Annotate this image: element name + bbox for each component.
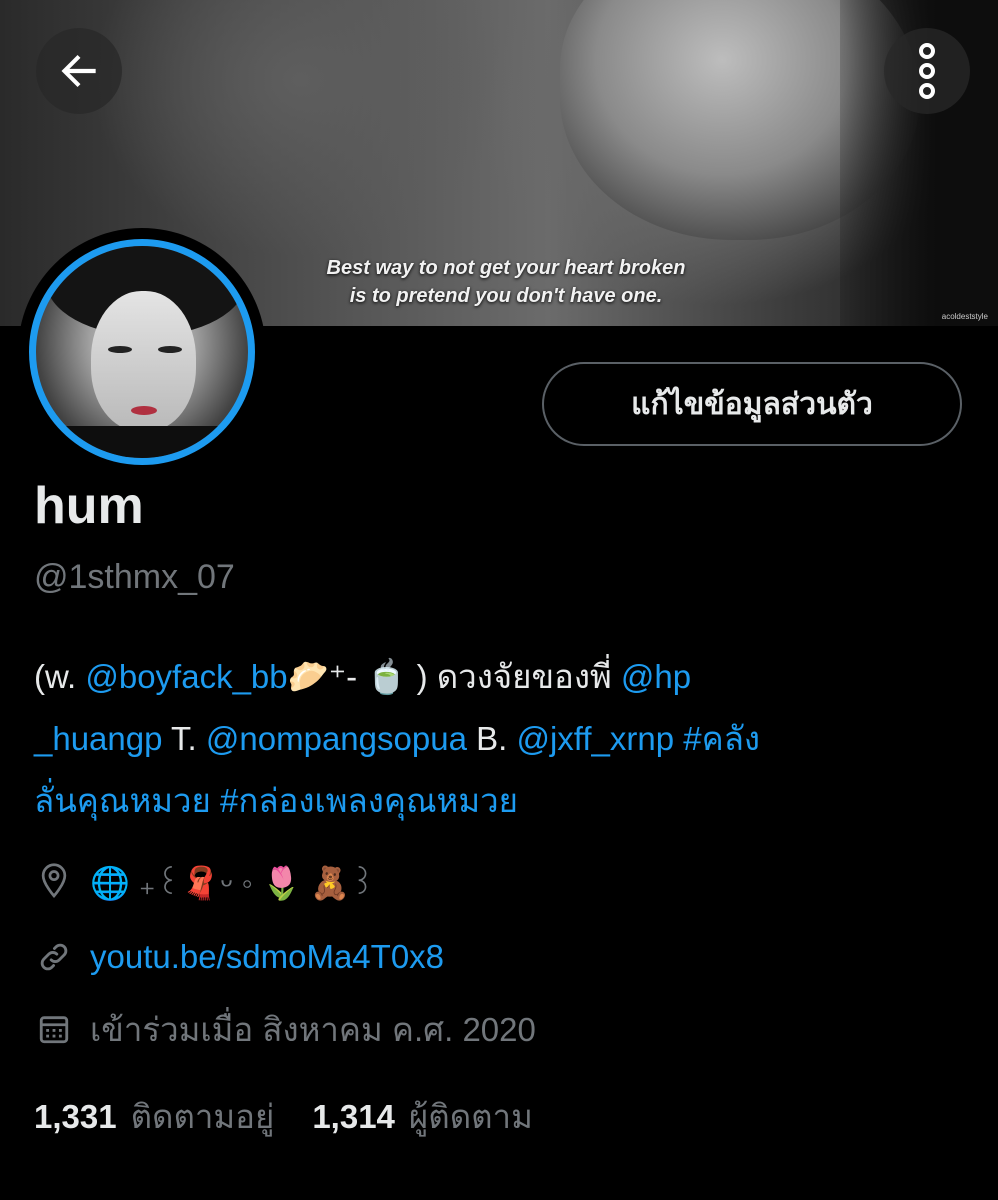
website-link[interactable]: youtu.be/sdmoMa4T0x8 [90,938,444,976]
hashtag-link[interactable]: #กล่องเพลงคุณหมวย [220,782,518,819]
banner-watermark: acoldeststyle [941,312,988,321]
bio-emoji: 🍵 [366,658,408,695]
avatar-shirt [36,426,248,458]
following-label[interactable]: ติดตามอยู่ [131,1090,275,1143]
more-options-button[interactable] [884,28,970,114]
hashtag-link[interactable]: ลั่นคุณหมวย [34,782,211,819]
avatar-eye-left [108,346,132,353]
mention-link[interactable]: _huangp [34,720,162,757]
location-pin-icon [34,861,74,901]
website-row[interactable]: youtu.be/sdmoMa4T0x8 [34,932,444,982]
hashtag-link[interactable]: #คลัง [683,720,760,757]
mention-link[interactable]: @jxff_xrnp [516,720,674,757]
avatar-lips [131,406,157,415]
mention-link[interactable]: @hp [621,658,691,695]
link-icon [34,937,74,977]
avatar[interactable] [29,239,255,465]
bio-line-1: (w. @boyfack_bb🥟⁺- 🍵 ) ดวงจัยของพี่ @hp [34,646,974,708]
edit-profile-button[interactable]: แก้ไขข้อมูลส่วนตัว [542,362,962,446]
location-row: 🌐 ₊꒰🧣ᵕ ◦ 🌷 🧸꒱ [34,856,375,906]
mention-link[interactable]: @nompangsopua [206,720,467,757]
followers-count[interactable]: 1,314 [312,1098,395,1136]
bio-text: (w. [34,658,86,695]
bio-line-3: ลั่นคุณหมวย #กล่องเพลงคุณหมวย [34,770,974,832]
followers-label[interactable]: ผู้ติดตาม [409,1090,533,1143]
bio-text: ⁺- [328,658,367,695]
bio: (w. @boyfack_bb🥟⁺- 🍵 ) ดวงจัยของพี่ @hp … [34,646,974,832]
joined-row: เข้าร่วมเมื่อ สิงหาคม ค.ศ. 2020 [34,1004,536,1054]
bio-text: B. [466,720,517,757]
bio-line-2: _huangp T. @nompangsopua B. @jxff_xrnp #… [34,708,974,770]
avatar-eye-right [158,346,182,353]
joined-date: เข้าร่วมเมื่อ สิงหาคม ค.ศ. 2020 [90,1010,536,1048]
mention-link[interactable]: @boyfack_bb [85,658,287,695]
calendar-icon [34,1009,74,1049]
more-vertical-icon [919,43,935,99]
back-button[interactable] [36,28,122,114]
bio-text: ) ดวงจัยของพี่ [407,658,621,695]
bio-emoji: 🥟 [287,658,329,695]
bio-text [211,782,220,819]
arrow-left-icon [61,54,96,88]
avatar-container[interactable] [18,228,266,476]
user-handle: @1sthmx_07 [34,558,235,596]
following-count[interactable]: 1,331 [34,1098,117,1136]
location-value: 🌐 ₊꒰🧣ᵕ ◦ 🌷 🧸꒱ [90,865,376,901]
follow-stats: 1,331 ติดตามอยู่ 1,314 ผู้ติดตาม [34,1090,533,1143]
bio-text: T. [162,720,206,757]
display-name: hum [34,477,144,535]
bio-text [674,720,683,757]
